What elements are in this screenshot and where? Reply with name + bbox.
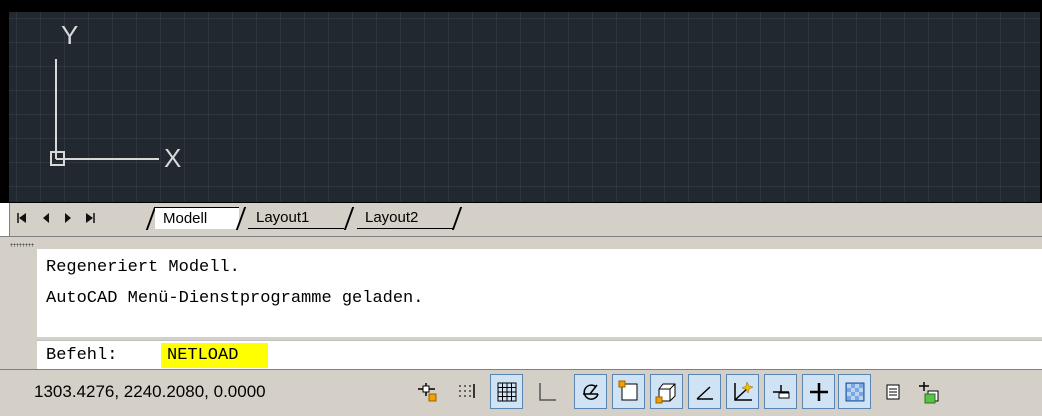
selection-cycling-icon (918, 381, 938, 403)
command-prompt-label: Befehl: (46, 346, 118, 365)
toggle-snap-mode[interactable] (450, 374, 483, 409)
infer-constraints-icon (417, 382, 436, 401)
object-snap-icon (618, 380, 637, 400)
snap-mode-icon (458, 383, 475, 398)
ucs-icon: Y X (50, 20, 181, 173)
drawing-canvas[interactable]: Y X (9, 12, 1040, 202)
toggle-polar-tracking[interactable] (574, 374, 607, 409)
toggle-selection-cycling[interactable] (912, 374, 945, 409)
history-line: Regeneriert Modell. (46, 258, 240, 277)
tab-layout1-label: Layout1 (256, 209, 310, 226)
last-tab-icon (85, 213, 95, 223)
polar-tracking-icon (582, 383, 599, 400)
toggle-ortho-mode[interactable] (530, 374, 563, 409)
toggle-show-lineweight[interactable] (802, 374, 835, 409)
next-tab-icon (64, 213, 71, 223)
coordinate-display[interactable]: 1303.4276, 2240.2080, 0.0000 (8, 375, 402, 409)
status-bar: 1303.4276, 2240.2080, 0.0000 (0, 369, 1042, 416)
layout-tab-bar: Modell Layout1 Layout2 (0, 202, 1042, 237)
command-history: Regeneriert Modell. AutoCAD Menü-Dienstp… (37, 249, 1042, 337)
toggle-dynamic-input[interactable] (764, 374, 797, 409)
toggle-infer-constraints[interactable] (410, 374, 443, 409)
first-tab-icon (16, 213, 26, 223)
object-snap-tracking-icon (695, 385, 713, 400)
dynamic-input-icon (772, 384, 789, 398)
toggle-object-snap-tracking[interactable] (688, 374, 721, 409)
tab-modell-label: Modell (163, 210, 208, 227)
previous-tab-icon (42, 213, 49, 223)
ucs-y-label: Y (61, 20, 78, 50)
toggle-object-snap[interactable] (612, 374, 645, 409)
tab-modell[interactable]: Modell (155, 207, 239, 229)
transparency-icon (845, 382, 864, 401)
show-lineweight-icon (809, 382, 828, 401)
command-input[interactable]: Befehl: NETLOAD (37, 340, 1042, 369)
command-line-grip-icon[interactable] (10, 243, 34, 247)
toggle-transparency[interactable] (838, 374, 871, 409)
command-line-window: Regeneriert Modell. AutoCAD Menü-Dienstp… (0, 236, 1042, 370)
first-tab-button[interactable] (14, 209, 29, 227)
history-line: AutoCAD Menü-Dienstprogramme geladen. (46, 289, 424, 308)
tab-divider (343, 207, 355, 230)
3d-object-snap-icon (655, 383, 675, 403)
toggle-dynamic-ucs[interactable] (726, 374, 759, 409)
toggle-quick-properties[interactable] (876, 374, 909, 409)
quick-properties-icon (886, 384, 899, 399)
tabbar-left-edge (0, 203, 10, 237)
dynamic-ucs-icon (733, 380, 754, 401)
next-tab-button[interactable] (60, 209, 75, 227)
drawing-viewport: Y X (0, 0, 1042, 202)
tab-layout1[interactable]: Layout1 (248, 207, 344, 229)
tab-layout2[interactable]: Layout2 (357, 207, 453, 229)
toggle-grid-display[interactable] (490, 374, 523, 409)
ortho-mode-icon (538, 382, 556, 401)
toggle-3d-object-snap[interactable] (650, 374, 683, 409)
previous-tab-button[interactable] (38, 209, 53, 227)
command-prompt-value[interactable]: NETLOAD (161, 343, 269, 368)
last-tab-button[interactable] (82, 209, 97, 227)
ucs-x-label: X (164, 143, 181, 173)
grid-display-icon (497, 382, 516, 401)
tab-layout2-label: Layout2 (365, 209, 419, 226)
tab-divider (451, 207, 463, 230)
